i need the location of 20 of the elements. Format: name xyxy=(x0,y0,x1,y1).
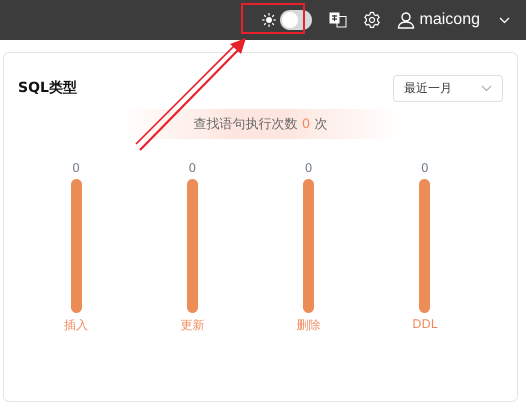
translate-icon[interactable] xyxy=(328,12,347,28)
bar-label: 插入 xyxy=(64,317,88,334)
bar-value: 0 xyxy=(304,161,312,175)
user-icon[interactable] xyxy=(396,11,415,29)
sun-icon xyxy=(262,13,276,27)
chevron-down-icon[interactable] xyxy=(499,16,510,24)
bar-value: 0 xyxy=(188,161,196,175)
theme-toggle[interactable] xyxy=(280,10,312,30)
bar-value: 0 xyxy=(72,161,80,175)
bar-label: 删除 xyxy=(296,317,321,334)
bar-label: DDL xyxy=(412,317,438,331)
bar-value: 0 xyxy=(421,161,429,175)
period-select[interactable]: 最近一月 xyxy=(393,74,503,102)
highlight-box xyxy=(241,3,305,34)
summary-text: 查找语句执行次数 0 次 xyxy=(194,116,328,133)
user-name[interactable]: maicong xyxy=(420,11,480,29)
settings-icon[interactable] xyxy=(362,11,381,29)
chevron-down-icon xyxy=(481,84,492,92)
card-title: SQL类型 xyxy=(18,79,77,97)
bar-label: 更新 xyxy=(180,317,204,334)
